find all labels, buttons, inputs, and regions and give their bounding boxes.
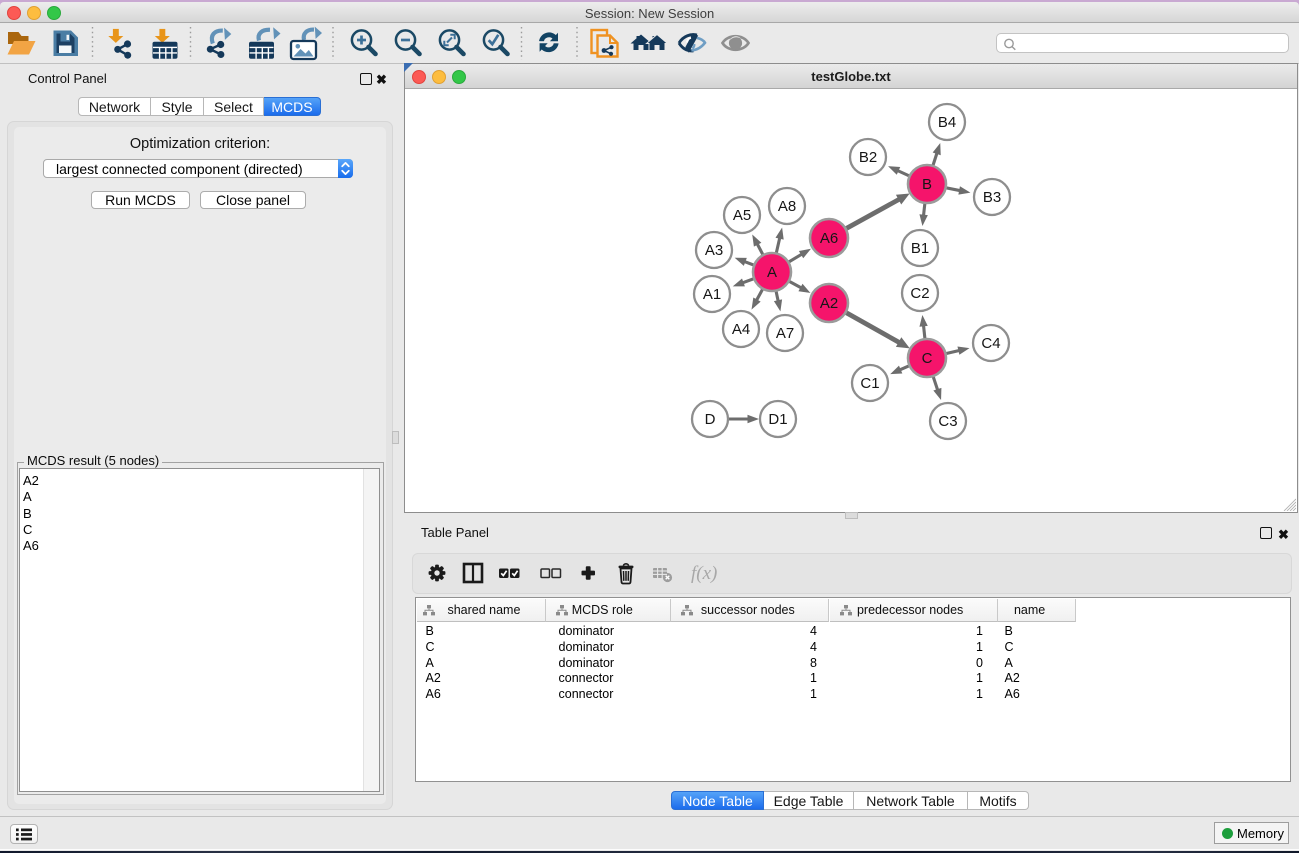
svg-text:D: D bbox=[705, 411, 716, 428]
svg-text:C4: C4 bbox=[981, 335, 1000, 352]
svg-text:B: B bbox=[922, 176, 932, 193]
svg-text:C1: C1 bbox=[860, 375, 879, 392]
svg-text:C3: C3 bbox=[938, 413, 957, 430]
svg-text:A: A bbox=[767, 264, 777, 281]
svg-text:A3: A3 bbox=[705, 242, 723, 259]
svg-text:B1: B1 bbox=[911, 240, 929, 257]
svg-text:A6: A6 bbox=[820, 230, 838, 247]
svg-text:A2: A2 bbox=[820, 295, 838, 312]
svg-text:B3: B3 bbox=[983, 189, 1001, 206]
svg-text:D1: D1 bbox=[768, 411, 787, 428]
svg-text:A7: A7 bbox=[776, 325, 794, 342]
svg-text:f(x): f(x) bbox=[691, 563, 717, 584]
svg-text:C: C bbox=[922, 350, 933, 367]
svg-text:A4: A4 bbox=[732, 321, 750, 338]
svg-text:A5: A5 bbox=[733, 207, 751, 224]
svg-text:B4: B4 bbox=[938, 114, 956, 131]
svg-text:C2: C2 bbox=[910, 285, 929, 302]
svg-text:A1: A1 bbox=[703, 286, 721, 303]
svg-text:B2: B2 bbox=[859, 149, 877, 166]
svg-text:A8: A8 bbox=[778, 198, 796, 215]
